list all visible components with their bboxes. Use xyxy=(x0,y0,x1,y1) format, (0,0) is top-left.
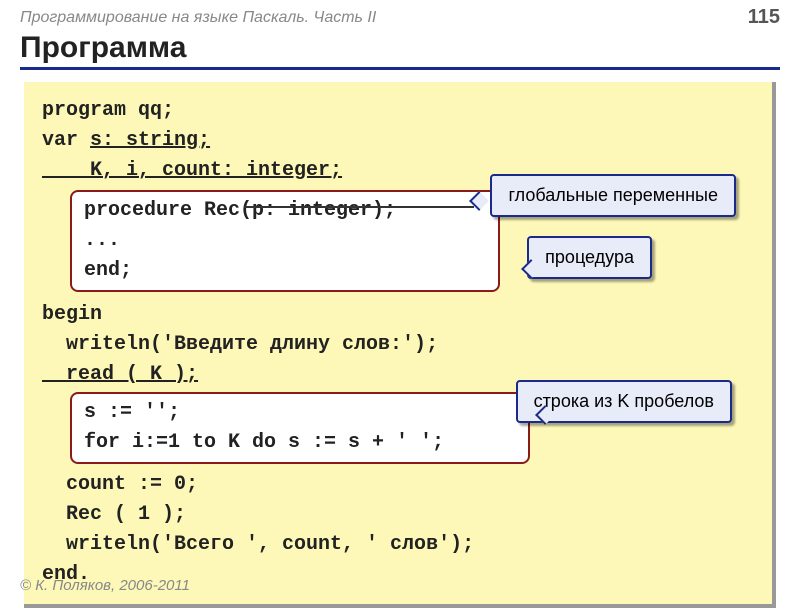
code-line: for i:=1 to K do s := s + ' '; xyxy=(84,428,516,458)
code-line: s := ''; xyxy=(84,398,516,428)
callout-text: процедура xyxy=(545,247,634,267)
callout-text: глобальные переменные xyxy=(508,185,718,205)
code-line: count := 0; xyxy=(42,470,754,500)
callout-procedure: процедура xyxy=(527,236,652,279)
string-init-box: s := ''; for i:=1 to K do s := s + ' '; xyxy=(70,392,530,464)
code-line: Rec ( 1 ); xyxy=(42,500,754,530)
connector-line xyxy=(244,206,474,208)
code-line: var s: string; xyxy=(42,126,754,156)
code-block: program qq; var s: string; K, i, count: … xyxy=(24,82,776,608)
callout-text: строка из K пробелов xyxy=(534,391,714,411)
slide-header: Программирование на языке Паскаль. Часть… xyxy=(0,0,800,31)
code-line: end; xyxy=(84,256,486,286)
page-number: 115 xyxy=(748,6,780,29)
code-line: ... xyxy=(84,226,486,256)
slide-title: Программа xyxy=(20,31,780,70)
code-line: writeln('Всего ', count, ' слов'); xyxy=(42,530,754,560)
callout-global-vars: глобальные переменные xyxy=(490,174,736,217)
code-line: procedure Rec(p: integer); xyxy=(84,196,486,226)
footer-copyright: © К. Поляков, 2006-2011 xyxy=(20,577,190,594)
code-line: program qq; xyxy=(42,96,754,126)
code-line: begin xyxy=(42,300,754,330)
code-line: writeln('Введите длину слов:'); xyxy=(42,330,754,360)
header-subject: Программирование на языке Паскаль. Часть… xyxy=(20,9,376,27)
